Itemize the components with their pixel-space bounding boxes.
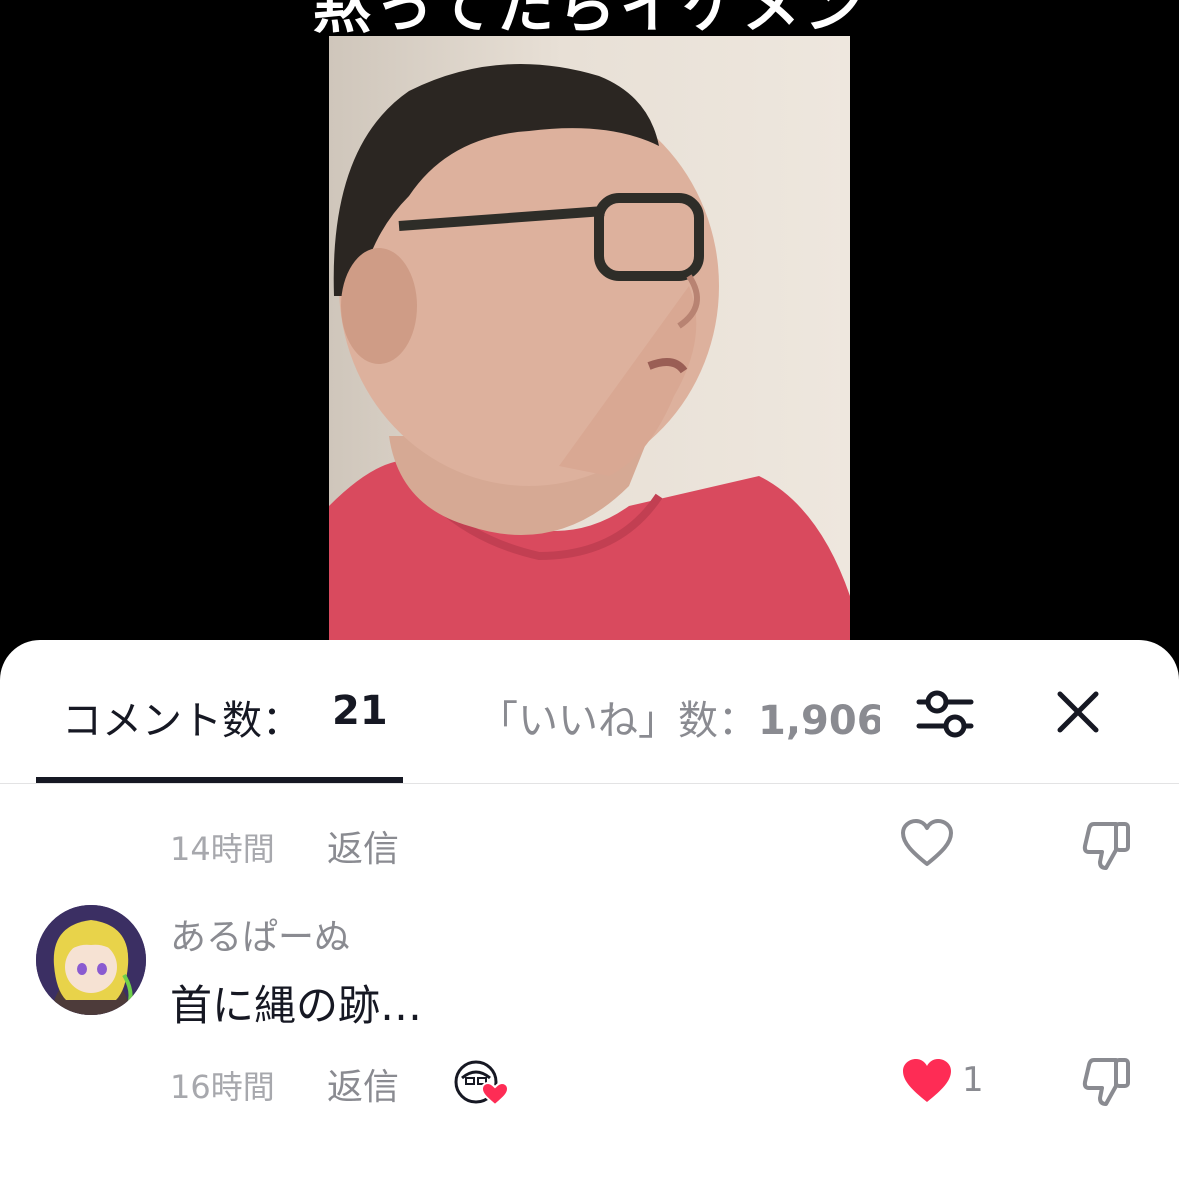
comment-time: 14時間	[170, 830, 275, 868]
avatar-image	[36, 905, 146, 1015]
video-image	[329, 64, 850, 660]
sliders-icon[interactable]	[913, 684, 977, 744]
close-icon[interactable]	[1050, 684, 1106, 740]
tab-likes-label: 「いいね」数：	[478, 698, 758, 740]
comment-text: 首に縄の跡…	[170, 981, 423, 1030]
tab-comments-label: コメント数：	[62, 698, 302, 744]
video-area[interactable]: 黙ってたらイケメン	[0, 0, 1179, 660]
reply-button[interactable]: 返信	[327, 1058, 399, 1110]
tab-likes[interactable]: 「いいね」数：1,906	[478, 688, 880, 740]
tab-comments[interactable]: コメント数： 21	[36, 688, 403, 744]
thumbs-down-icon[interactable]	[1080, 818, 1134, 872]
heart-outline-icon[interactable]	[900, 818, 954, 868]
thumbs-down-icon[interactable]	[1080, 1054, 1134, 1108]
comment-username[interactable]: あるぱーぬ	[170, 908, 350, 960]
heart-filled-icon[interactable]	[900, 1056, 954, 1106]
like-count: 1	[962, 1060, 984, 1100]
header-divider	[0, 783, 1179, 784]
comment-time: 16時間	[170, 1068, 275, 1106]
comment-sheet: コメント数： 21 「いいね」数：1,906 14時間 返信 あるぱーぬ 首に縄…	[0, 640, 1179, 1200]
tab-likes-count: 1,906	[758, 698, 880, 740]
creator-liked-icon	[452, 1058, 512, 1108]
tab-comments-count: 21	[332, 688, 388, 734]
avatar[interactable]	[36, 905, 146, 1015]
video-frame[interactable]	[329, 36, 850, 660]
reply-button[interactable]: 返信	[327, 820, 399, 872]
